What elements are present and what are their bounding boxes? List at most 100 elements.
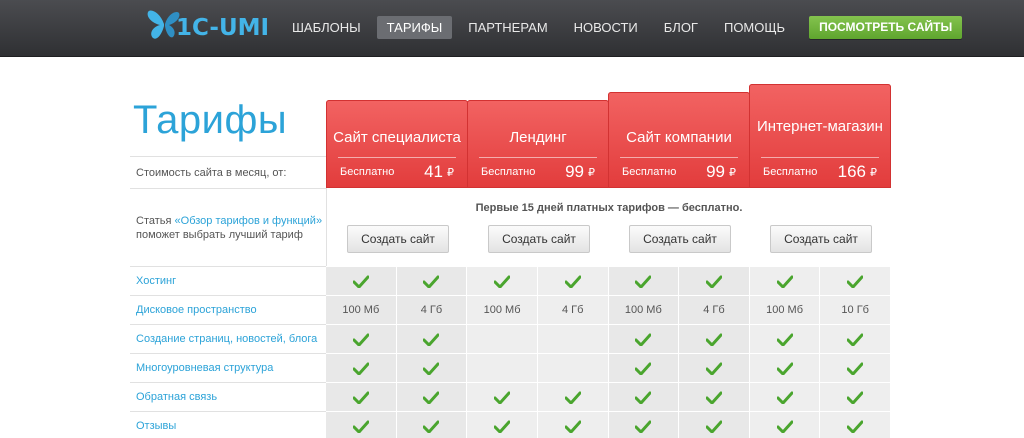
feature-cell [679, 412, 750, 438]
check-icon [776, 362, 793, 375]
feature-value: 4 Гб [703, 304, 725, 316]
check-icon [635, 391, 652, 404]
feature-row: 100 Мб 4 Гб 100 Мб 4 Гб 100 Мб 4 Гб 100 Мб 10 Г… [326, 295, 891, 324]
feature-value: 4 Гб [420, 304, 443, 316]
feature-value: 10 Гб [841, 304, 869, 316]
check-icon [705, 362, 722, 375]
create-site-button-shop[interactable]: Создать сайт [770, 225, 872, 253]
feature-cell: 100 Мб [326, 296, 397, 324]
plan-free-label: Бесплатно [763, 166, 818, 178]
feature-row [326, 266, 891, 295]
feature-cell [749, 412, 821, 438]
feature-cell [396, 383, 468, 411]
plan-name: Лендинг [509, 129, 567, 146]
feature-cell [396, 267, 468, 295]
plan-price: 99 [706, 162, 725, 181]
nav-item-partners[interactable]: ПАРТНЕРАМ [458, 16, 557, 39]
check-icon [776, 275, 793, 288]
main-nav: ШАБЛОНЫ ТАРИФЫ ПАРТНЕРАМ НОВОСТИ БЛОГ ПО… [282, 16, 963, 39]
feature-cell: 100 Мб [467, 296, 538, 324]
plan-currency: ₽ [870, 166, 877, 179]
logo-link[interactable]: 1C-UMI [146, 8, 269, 42]
plan-currency: ₽ [588, 166, 595, 179]
check-icon [352, 420, 369, 433]
article-suffix: поможет выбрать лучший тариф [136, 229, 303, 241]
feature-label[interactable]: Обратная связь [130, 382, 326, 411]
nav-item-templates[interactable]: ШАБЛОНЫ [282, 16, 371, 39]
feature-cell [820, 412, 891, 438]
nav-item-help[interactable]: ПОМОЩЬ [714, 16, 795, 39]
plan-header-company: Сайт компании Бесплатно 99 ₽ [608, 92, 750, 188]
view-sites-button[interactable]: ПОСМОТРЕТЬ САЙТЫ [809, 16, 963, 39]
feature-cell: 10 Гб [820, 296, 891, 324]
feature-row [326, 382, 891, 411]
nav-item-blog[interactable]: БЛОГ [654, 16, 708, 39]
feature-cell [467, 412, 538, 438]
feature-cell [396, 354, 468, 382]
feature-label[interactable]: Многоуровневая структура [130, 353, 326, 382]
check-icon [776, 391, 793, 404]
feature-cell [749, 267, 821, 295]
feature-cell [326, 383, 397, 411]
article-link[interactable]: «Обзор тарифов и функций» [175, 215, 323, 227]
feature-label[interactable]: Хостинг [130, 266, 326, 295]
check-icon [564, 391, 581, 404]
plan-free-label: Бесплатно [622, 166, 677, 178]
feature-row [326, 411, 891, 438]
feature-cell [467, 354, 538, 382]
check-icon [776, 420, 793, 433]
feature-label-list: Хостинг Дисковое пространство Создание стр… [130, 266, 326, 438]
check-icon [635, 333, 652, 346]
feature-cell [608, 267, 680, 295]
feature-cell [537, 383, 609, 411]
feature-cell [467, 383, 538, 411]
plan-header-landing: Лендинг Бесплатно 99 ₽ [467, 100, 609, 188]
article-prefix: Статья [136, 215, 175, 227]
feature-cell [326, 354, 397, 382]
feature-cell [537, 325, 609, 353]
check-icon [423, 391, 440, 404]
feature-label[interactable]: Дисковое пространство [130, 295, 326, 324]
feature-label[interactable]: Отзывы [130, 411, 326, 438]
feature-cell [326, 267, 397, 295]
create-site-button-landing[interactable]: Создать сайт [488, 225, 590, 253]
feature-value: 100 Мб [483, 304, 521, 316]
nav-item-tariffs[interactable]: ТАРИФЫ [376, 16, 453, 39]
nav-item-news[interactable]: НОВОСТИ [564, 16, 648, 39]
feature-row [326, 353, 891, 382]
feature-label[interactable]: Создание страниц, новостей, блога [130, 324, 326, 353]
check-icon [705, 420, 722, 433]
plan-price-row: Бесплатно 166 ₽ [749, 156, 891, 188]
plan-price: 41 [424, 162, 443, 181]
plan-currency: ₽ [447, 166, 454, 179]
feature-cell [749, 383, 821, 411]
feature-cell [537, 267, 609, 295]
feature-cell: 100 Мб [749, 296, 821, 324]
feature-cell [537, 412, 609, 438]
feature-value: 100 Мб [342, 304, 380, 316]
check-icon [564, 420, 581, 433]
check-icon [564, 275, 581, 288]
top-navigation-bar: 1C-UMI ШАБЛОНЫ ТАРИФЫ ПАРТНЕРАМ НОВОСТИ … [0, 0, 1024, 57]
feature-cell [608, 383, 680, 411]
feature-cell [396, 325, 468, 353]
logo-text: 1C-UMI [176, 15, 270, 41]
create-site-button-specialist[interactable]: Создать сайт [347, 225, 449, 253]
feature-cell [820, 354, 891, 382]
promo-area: Первые 15 дней платных тарифов — бесплат… [326, 188, 891, 266]
plan-header-shop: Интернет-магазин Бесплатно 166 ₽ [749, 84, 891, 188]
create-site-button-company[interactable]: Создать сайт [629, 225, 731, 253]
feature-value: 100 Мб [766, 304, 803, 316]
feature-row [326, 324, 891, 353]
promo-text: Первые 15 дней платных тарифов — бесплат… [475, 202, 743, 214]
check-icon [494, 420, 511, 433]
feature-cell [326, 325, 397, 353]
plan-price-row: Бесплатно 99 ₽ [467, 156, 609, 188]
feature-cell [608, 412, 680, 438]
feature-cell [326, 412, 397, 438]
check-icon [635, 420, 652, 433]
feature-cell: 4 Гб [396, 296, 468, 324]
plan-currency: ₽ [729, 166, 736, 179]
check-icon [635, 275, 652, 288]
check-icon [847, 420, 864, 433]
